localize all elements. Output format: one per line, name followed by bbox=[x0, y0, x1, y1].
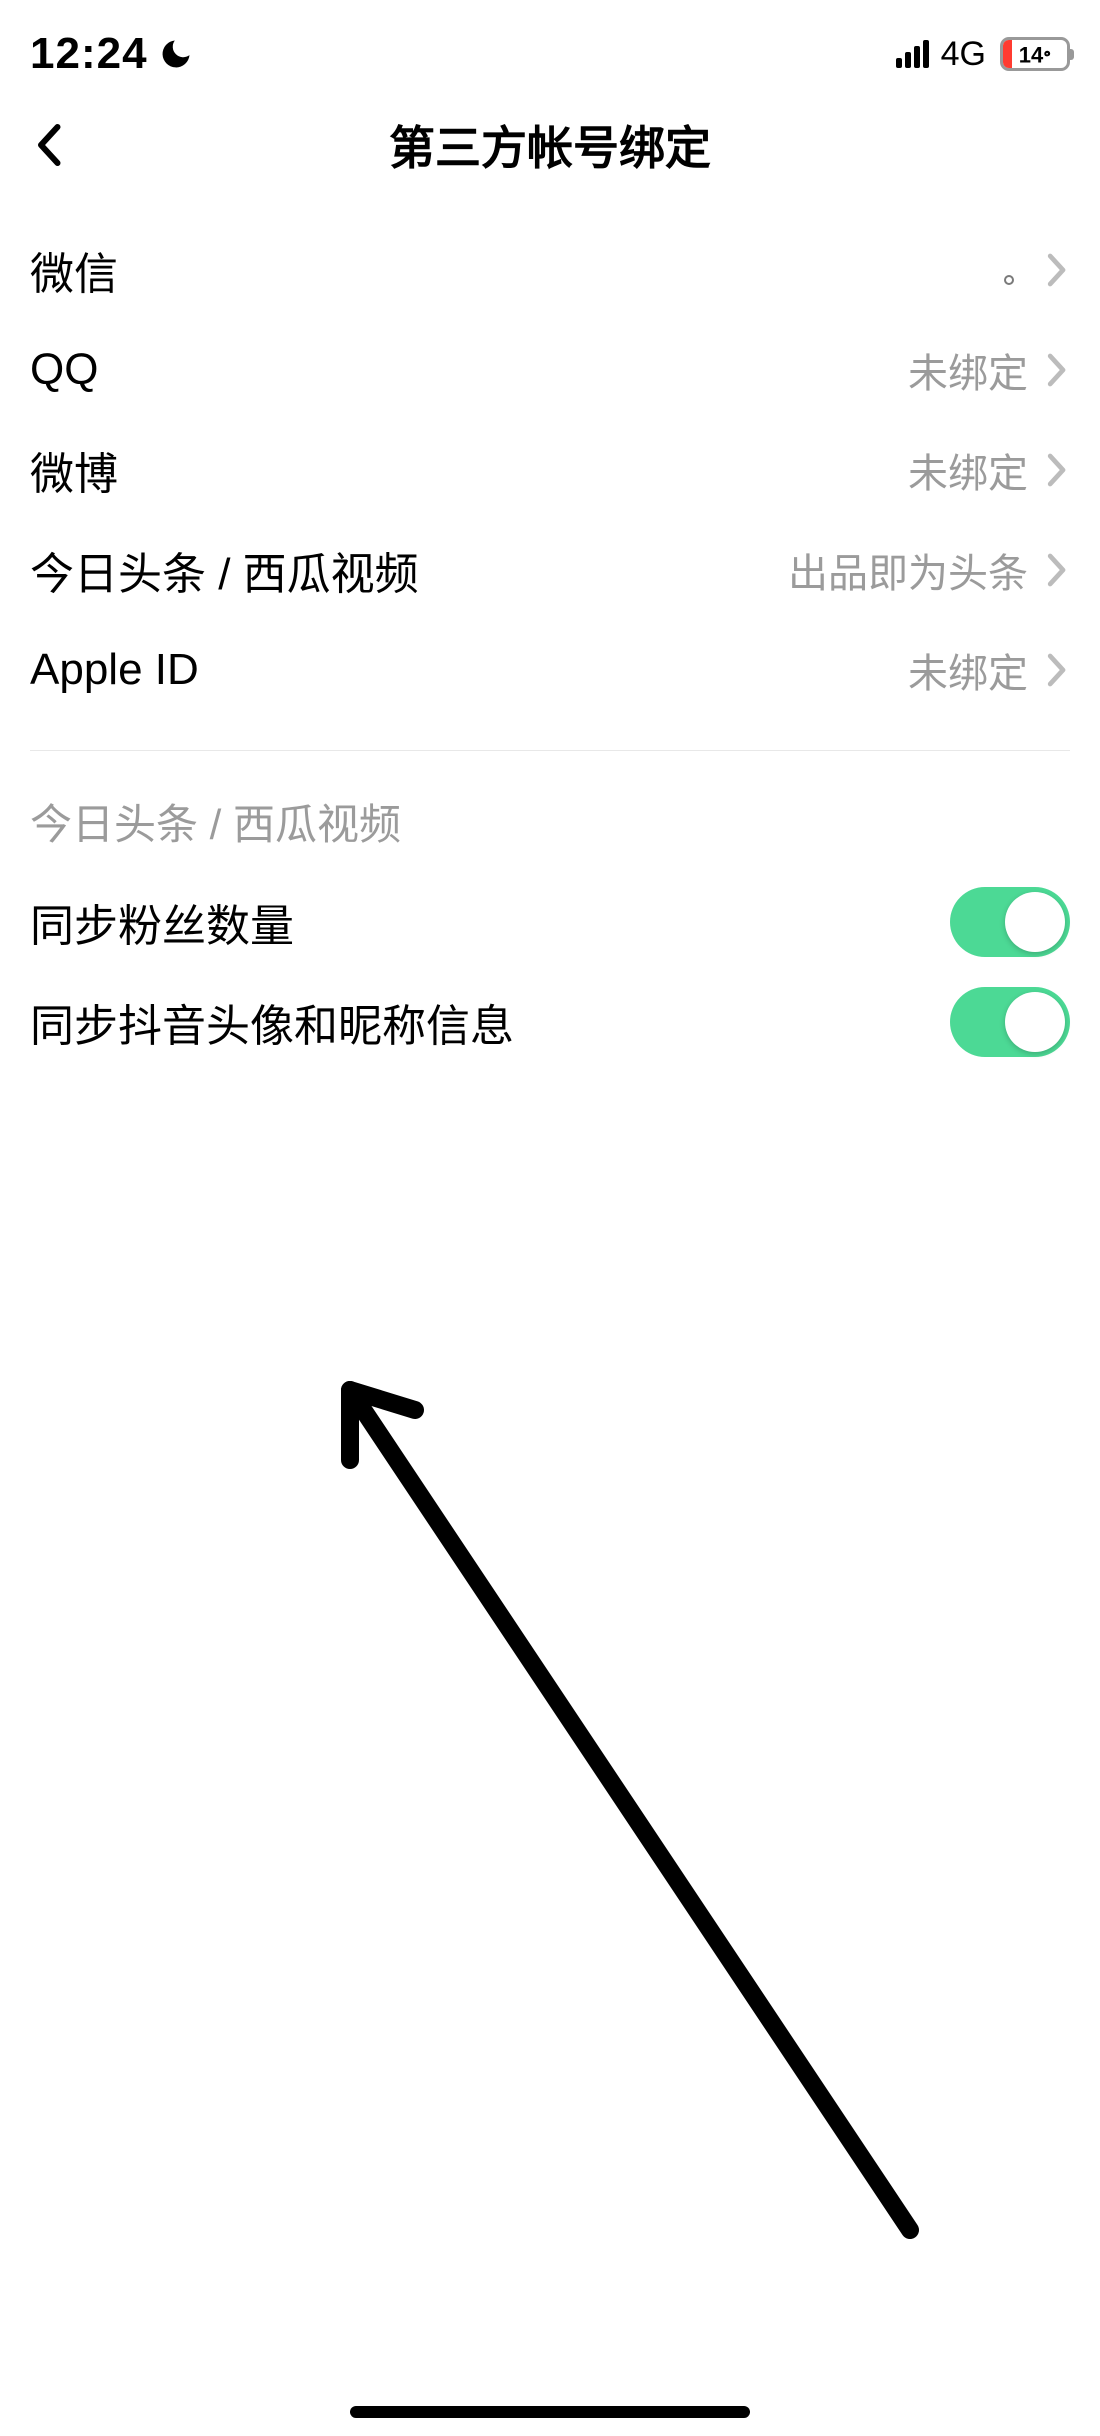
row-right: 未绑定 bbox=[908, 341, 1070, 399]
toggle-sync-avatar[interactable] bbox=[950, 987, 1070, 1057]
do-not-disturb-icon bbox=[158, 36, 194, 72]
row-label: 同步抖音头像和昵称信息 bbox=[30, 990, 514, 1054]
row-label: 同步粉丝数量 bbox=[30, 890, 294, 954]
status-time: 12:24 bbox=[30, 29, 148, 79]
row-right: 未绑定 bbox=[908, 641, 1070, 699]
toggle-sync-followers[interactable] bbox=[950, 887, 1070, 957]
annotation-arrow bbox=[330, 1350, 950, 2270]
signal-icon bbox=[896, 40, 929, 68]
status-bar: 12:24 4G 14𐩑 bbox=[0, 0, 1100, 90]
row-value: 未绑定 bbox=[908, 341, 1028, 399]
network-type: 4G bbox=[941, 35, 986, 74]
toggle-knob bbox=[1005, 892, 1065, 952]
chevron-right-icon bbox=[1042, 650, 1070, 690]
section-title: 今日头条 / 西瓜视频 bbox=[0, 751, 1100, 872]
toggle-knob bbox=[1005, 992, 1065, 1052]
status-left: 12:24 bbox=[30, 29, 194, 79]
row-label: 今日头条 / 西瓜视频 bbox=[30, 538, 419, 602]
row-right: 未绑定 bbox=[908, 441, 1070, 499]
chevron-right-icon bbox=[1042, 350, 1070, 390]
page-title: 第三方帐号绑定 bbox=[389, 112, 711, 178]
chevron-left-icon bbox=[32, 122, 68, 168]
row-label: QQ bbox=[30, 345, 98, 395]
toggle-row-sync-avatar: 同步抖音头像和昵称信息 bbox=[0, 972, 1100, 1072]
dot-icon bbox=[1004, 275, 1014, 285]
chevron-right-icon bbox=[1042, 550, 1070, 590]
row-label: 微博 bbox=[30, 438, 118, 502]
back-button[interactable] bbox=[20, 115, 80, 175]
accounts-list: 微信 QQ 未绑定 微博 未绑定 今日头条 / 西瓜视频 出品即为头条 bbox=[0, 200, 1100, 1072]
row-label: 微信 bbox=[30, 238, 118, 302]
battery-icon: 14𐩑 bbox=[1000, 37, 1070, 71]
account-row-weibo[interactable]: 微博 未绑定 bbox=[0, 420, 1100, 520]
status-right: 4G 14𐩑 bbox=[896, 35, 1070, 74]
chevron-right-icon bbox=[1042, 450, 1070, 490]
row-value: 未绑定 bbox=[908, 441, 1028, 499]
row-right bbox=[1004, 250, 1070, 290]
account-row-wechat[interactable]: 微信 bbox=[0, 220, 1100, 320]
toggle-row-sync-followers: 同步粉丝数量 bbox=[0, 872, 1100, 972]
chevron-right-icon bbox=[1042, 250, 1070, 290]
row-value: 未绑定 bbox=[908, 641, 1028, 699]
row-right: 出品即为头条 bbox=[788, 541, 1070, 599]
account-row-qq[interactable]: QQ 未绑定 bbox=[0, 320, 1100, 420]
nav-bar: 第三方帐号绑定 bbox=[0, 90, 1100, 200]
home-indicator bbox=[350, 2406, 750, 2418]
account-row-toutiao[interactable]: 今日头条 / 西瓜视频 出品即为头条 bbox=[0, 520, 1100, 620]
account-row-apple[interactable]: Apple ID 未绑定 bbox=[0, 620, 1100, 720]
row-label: Apple ID bbox=[30, 645, 199, 695]
row-value: 出品即为头条 bbox=[788, 541, 1028, 599]
